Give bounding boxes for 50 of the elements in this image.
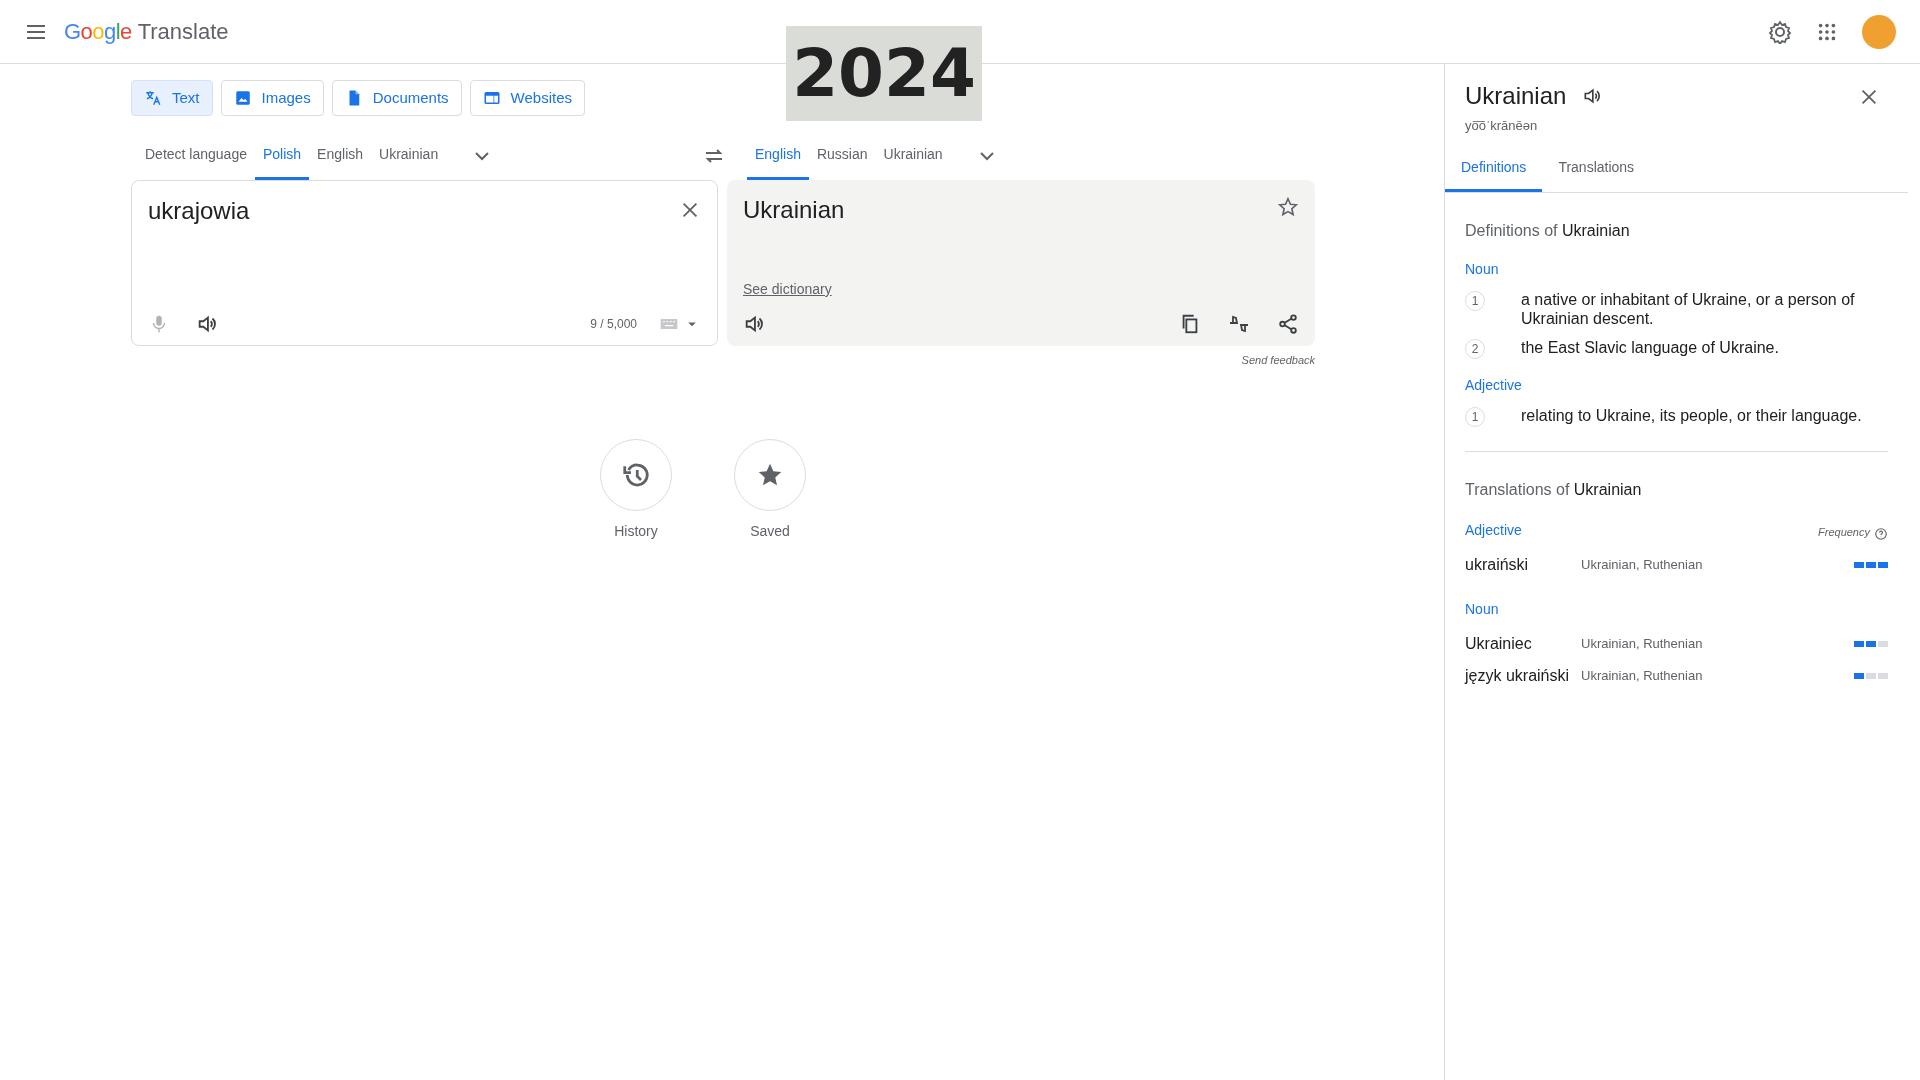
- translation-meanings: Ukrainian, Ruthenian: [1581, 634, 1704, 653]
- shortcut-label: History: [614, 521, 658, 541]
- browser-window-icon: [482, 89, 501, 107]
- dictionary-word: Ukrainian: [1465, 81, 1567, 111]
- language-tab[interactable]: Russian: [808, 132, 876, 180]
- translated-text: Ukrainian: [743, 195, 846, 225]
- definition-text: the East Slavic language of Ukraine.: [1521, 337, 1779, 357]
- mode-tab[interactable]: Text: [131, 80, 213, 116]
- part-of-speech-label: Adjective: [1465, 520, 1522, 540]
- frequency-label: Frequency: [1818, 525, 1870, 540]
- section-heading: Translations of Ukrainian: [1465, 479, 1643, 500]
- send-feedback-link[interactable]: Send feedback: [1241, 352, 1315, 369]
- star-icon[interactable]: [1277, 196, 1299, 218]
- translate-icon: [144, 89, 162, 107]
- translation-meanings: Ukrainian, Ruthenian: [1581, 555, 1704, 574]
- definition-text: a native or inhabitant of Ukraine, or a person of Ukrainian descent.: [1521, 289, 1856, 328]
- translation-word: ukraiński: [1465, 554, 1530, 575]
- mode-tab[interactable]: Websites: [469, 80, 585, 116]
- language-tab[interactable]: Polish: [254, 132, 310, 180]
- translation-word: język ukraiński: [1465, 665, 1571, 686]
- year-label: 2024: [786, 26, 982, 121]
- language-tab[interactable]: Ukrainian: [371, 132, 447, 180]
- shortcut-label: Saved: [750, 521, 790, 541]
- pronunciation: yo͞oˈkrānēən: [1465, 117, 1539, 135]
- part-of-speech-label: Adjective: [1465, 375, 1523, 395]
- source-text-field[interactable]: ukrajowia: [148, 193, 679, 229]
- part-of-speech-label: Noun: [1465, 259, 1500, 279]
- translation-meanings: Ukrainian, Ruthenian: [1581, 666, 1704, 685]
- image-icon: [233, 89, 252, 107]
- google-logo[interactable]: Google: [64, 15, 132, 48]
- settings-icon[interactable]: [1768, 19, 1792, 44]
- speaker-icon[interactable]: [743, 313, 765, 335]
- translation-word: Ukrainiec: [1465, 633, 1533, 654]
- help-icon[interactable]: [1874, 526, 1888, 541]
- definition-text: relating to Ukraine, its people, or their language.: [1521, 405, 1862, 425]
- mode-tab[interactable]: Documents: [331, 80, 462, 116]
- language-tab[interactable]: Detect language: [137, 132, 255, 180]
- language-tab[interactable]: English: [309, 132, 372, 180]
- part-of-speech-label: Noun: [1465, 599, 1499, 619]
- see-dictionary-link[interactable]: See dictionary: [743, 279, 832, 300]
- share-icon[interactable]: [1277, 313, 1299, 335]
- product-name: Translate: [137, 18, 229, 46]
- speaker-icon[interactable]: [1582, 86, 1603, 106]
- panel-tab[interactable]: Definitions: [1445, 145, 1543, 192]
- language-tab[interactable]: Ukrainian: [875, 132, 951, 180]
- panel-tab[interactable]: Translations: [1542, 145, 1651, 192]
- speaker-icon[interactable]: [196, 313, 218, 335]
- section-heading: Definitions of Ukrainian: [1465, 220, 1631, 241]
- character-count: 9 / 5,000: [590, 316, 637, 333]
- mode-tab[interactable]: Images: [220, 80, 324, 116]
